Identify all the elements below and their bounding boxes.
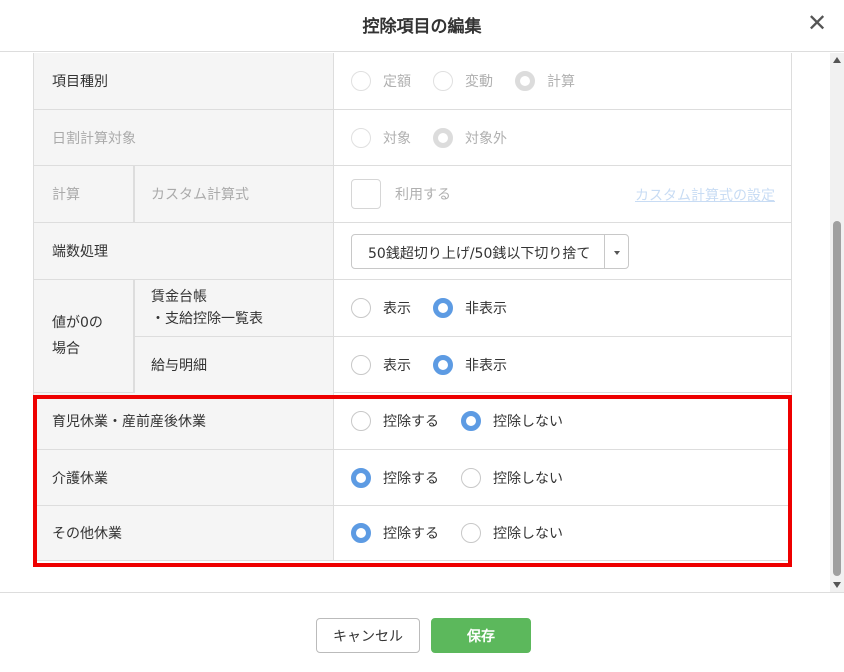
use-custom-formula-checkbox[interactable] [351,179,381,209]
rounding-select-value: 50銭超切り上げ/50銭以下切り捨て [368,245,591,262]
zero-ledger-row: 賃金台帳 ・支給控除一覧表 表示 非表示 [134,280,791,337]
payslip-option-hide[interactable]: 非表示 [433,355,507,375]
option-label: 表示 [383,301,411,317]
daily-calc-option-target[interactable]: 対象 [351,127,411,148]
option-label: 対象 [383,130,411,147]
rounding-value: 50銭超切り上げ/50銭以下切り捨て [334,223,791,279]
item-type-label: 項目種別 [34,53,334,109]
zero-value-label: 値が0の場合 [34,280,134,392]
option-label: 表示 [383,358,411,374]
option-label: 控除する [383,414,439,430]
option-label: 定額 [383,74,411,90]
scrollbar-thumb[interactable] [833,221,841,576]
row-nursing-leave: 介護休業 控除する 控除しない [34,450,791,506]
radio-hide[interactable] [433,355,453,375]
daily-calc-options: 対象 対象外 [334,110,791,165]
nursing-leave-label: 介護休業 [34,450,334,505]
dialog-footer: キャンセル 保存 [0,592,844,672]
item-type-options: 定額 変動 計算 [334,53,791,109]
scrollbar[interactable] [830,53,844,592]
option-label: 控除しない [493,526,563,542]
nursing-option-deduct[interactable]: 控除する [351,467,439,488]
row-daily-calc: 日割計算対象 対象 対象外 [34,110,791,166]
ledger-options: 表示 非表示 [334,280,791,336]
radio-deduct[interactable] [351,523,371,543]
payslip-options: 表示 非表示 [334,337,791,393]
custom-formula-value: 利用する カスタム計算式の設定 [334,166,791,222]
other-option-deduct[interactable]: 控除する [351,523,439,543]
ledger-label: 賃金台帳 ・支給控除一覧表 [134,280,334,336]
cancel-button[interactable]: キャンセル [316,618,420,653]
row-item-type: 項目種別 定額 変動 計算 [34,53,791,110]
radio-no-deduct[interactable] [461,467,481,488]
save-button[interactable]: 保存 [431,618,531,653]
row-other-leave: その他休業 控除する 控除しない [34,506,791,561]
option-label: 対象外 [465,130,507,147]
option-label: 変動 [465,74,493,90]
dialog-body[interactable]: 項目種別 定額 変動 計算 日割計算対象 対象 対象外 計算 カスタム計算式 利… [0,53,844,592]
radio-target[interactable] [351,127,371,148]
other-leave-options: 控除する 控除しない [334,506,791,560]
radio-hide[interactable] [433,298,453,318]
nursing-option-no-deduct[interactable]: 控除しない [461,467,563,488]
row-rounding: 端数処理 50銭超切り上げ/50銭以下切り捨て [34,223,791,280]
radio-fixed[interactable] [351,71,371,91]
radio-no-deduct[interactable] [461,411,481,431]
payslip-option-show[interactable]: 表示 [351,355,411,375]
chevron-down-icon[interactable] [604,234,628,268]
option-label: 控除しない [493,414,563,430]
rounding-select[interactable]: 50銭超切り上げ/50銭以下切り捨て [351,233,630,269]
daily-calc-label: 日割計算対象 [34,110,334,165]
item-type-option-fixed[interactable]: 定額 [351,71,411,91]
scroll-down-icon[interactable] [833,582,841,588]
settings-table: 項目種別 定額 変動 計算 日割計算対象 対象 対象外 計算 カスタム計算式 利… [33,53,792,561]
option-label: 非表示 [465,301,507,317]
option-label: 控除する [383,526,439,542]
radio-calc[interactable] [515,71,535,91]
childcare-option-no-deduct[interactable]: 控除しない [461,411,563,431]
other-option-no-deduct[interactable]: 控除しない [461,523,563,543]
scroll-up-icon[interactable] [833,57,841,63]
option-label: 非表示 [465,358,507,374]
zero-payslip-row: 給与明細 表示 非表示 [134,337,791,393]
radio-show[interactable] [351,355,371,375]
row-calculation: 計算 カスタム計算式 利用する カスタム計算式の設定 [34,166,791,223]
childcare-leave-options: 控除する 控除しない [334,393,791,449]
radio-deduct[interactable] [351,411,371,431]
option-label: 控除する [383,470,439,487]
ledger-label-line1: 賃金台帳 [151,289,207,305]
rounding-label: 端数処理 [34,223,334,279]
item-type-option-calc[interactable]: 計算 [515,71,575,91]
option-label: 計算 [547,74,575,90]
radio-variable[interactable] [433,71,453,91]
nursing-leave-options: 控除する 控除しない [334,450,791,505]
daily-calc-option-non-target[interactable]: 対象外 [433,127,507,148]
ledger-option-show[interactable]: 表示 [351,298,411,318]
calculation-label: 計算 [34,166,134,222]
item-type-option-variable[interactable]: 変動 [433,71,493,91]
radio-non-target[interactable] [433,127,453,148]
row-childcare-leave: 育児休業・産前産後休業 控除する 控除しない [34,393,791,450]
payslip-label: 給与明細 [134,337,334,393]
zero-value-label-text: 値が0の場合 [52,315,103,357]
dialog-title: 控除項目の編集 [362,17,482,37]
ledger-option-hide[interactable]: 非表示 [433,298,507,318]
option-label: 控除しない [493,470,563,487]
other-leave-label: その他休業 [34,506,334,560]
dialog-header: 控除項目の編集 ✕ [0,0,844,52]
radio-show[interactable] [351,298,371,318]
close-icon[interactable]: ✕ [804,10,830,36]
custom-formula-settings-link[interactable]: カスタム計算式の設定 [635,185,775,205]
custom-formula-label: カスタム計算式 [134,166,334,222]
ledger-label-line2: ・支給控除一覧表 [151,311,263,327]
childcare-leave-label: 育児休業・産前産後休業 [34,393,334,449]
radio-deduct[interactable] [351,467,371,488]
row-zero-value: 値が0の場合 賃金台帳 ・支給控除一覧表 表示 非表示 給与明細 表示 非表示 [34,280,791,393]
radio-no-deduct[interactable] [461,523,481,543]
childcare-option-deduct[interactable]: 控除する [351,411,439,431]
use-custom-formula-label: 利用する [395,187,451,203]
